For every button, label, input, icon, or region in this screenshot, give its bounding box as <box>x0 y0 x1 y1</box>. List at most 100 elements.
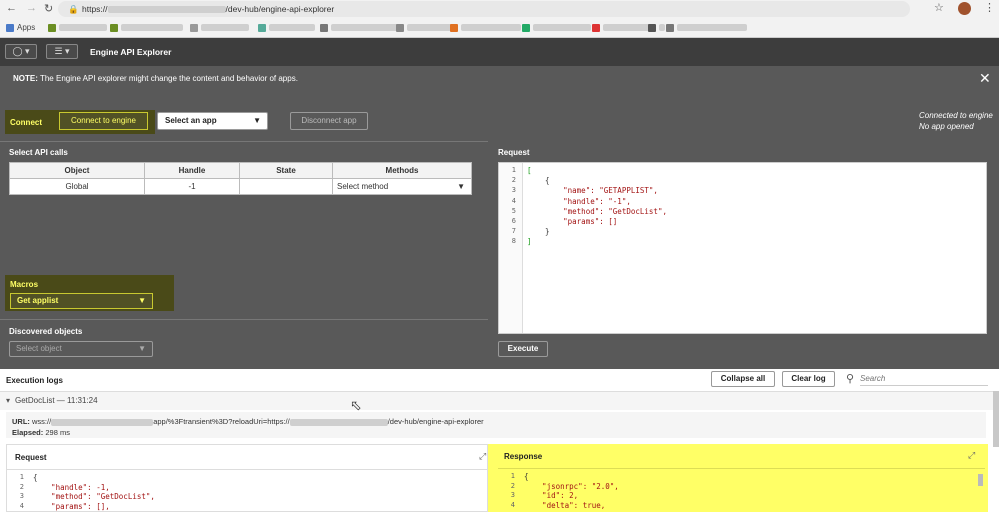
cell-state <box>239 178 333 195</box>
bookmark-10[interactable] <box>648 23 665 33</box>
column-header-methods: Methods <box>332 162 472 179</box>
caret-down-icon: ▼ <box>138 344 146 353</box>
chevron-down-icon: ▾ <box>6 396 11 405</box>
app-toolbar: ◯ ▾ ☰ ▾ Engine API Explorer <box>0 38 999 66</box>
bookmarks-bar: Apps <box>0 19 999 37</box>
log-response-code: 1 {2 "jsonrpc": "2.0", 3 "id": 2, 4 "delta"… <box>498 472 985 512</box>
execute-button[interactable]: Execute <box>498 341 548 357</box>
avatar[interactable] <box>958 2 971 15</box>
line-number: 3 <box>511 186 516 195</box>
list-menu-button[interactable]: ☰ ▾ <box>46 44 78 59</box>
compass-icon: ◯ <box>12 46 23 56</box>
bookmark-1[interactable] <box>48 23 107 33</box>
note-label: NOTE: <box>13 74 38 83</box>
reload-icon[interactable]: ↻ <box>44 2 53 15</box>
log-url-prefix: wss:// <box>32 417 52 426</box>
execution-logs: Execution logs Collapse all Clear log ⚲ … <box>0 369 999 512</box>
caret-down-icon: ▼ <box>457 182 465 191</box>
request-editor[interactable]: 1 [2 {3 "name": "GETAPPLIST", 4 "handle": … <box>498 162 987 334</box>
log-entry-header[interactable]: ▾ GetDocList — 11:31:24 <box>0 392 994 410</box>
bookmark-9[interactable] <box>592 23 651 33</box>
status-no-app: No app opened <box>919 122 974 131</box>
divider <box>7 469 487 470</box>
code-line: { <box>527 176 550 186</box>
line-number: 2 <box>510 481 515 490</box>
column-header-object: Object <box>9 162 145 179</box>
disconnect-app-button[interactable]: Disconnect app <box>290 112 368 130</box>
elapsed-value: 298 ms <box>45 428 70 437</box>
line-number: 6 <box>511 217 516 225</box>
log-response-panel: Response ⤢ 1 {2 "jsonrpc": "2.0", 3 "id": … <box>498 444 985 512</box>
log-request-code: 1 {2 "handle": -1, 3 "method": "GetDocList… <box>7 473 487 513</box>
navigation-button[interactable]: ◯ ▾ <box>5 44 37 59</box>
code-line: "name": "GETAPPLIST", <box>527 186 658 196</box>
main-panel: Connect Connect to engine Select an app … <box>0 91 999 369</box>
chevron-down-icon: ▾ <box>65 46 70 56</box>
bookmark-4[interactable] <box>258 23 315 33</box>
bookmark-2[interactable] <box>110 23 183 33</box>
request-label: Request <box>498 148 530 157</box>
scrollbar-thumb[interactable] <box>978 474 983 486</box>
expand-icon[interactable]: ⤢ <box>968 450 975 461</box>
divider <box>0 319 488 320</box>
apps-grid-icon <box>6 24 14 32</box>
api-calls-table: Object Handle State Methods Global -1 Se… <box>9 162 472 195</box>
select-object-dropdown[interactable]: Select object ▼ <box>9 341 153 357</box>
clear-log-button[interactable]: Clear log <box>782 371 835 387</box>
line-number: 2 <box>19 482 24 491</box>
connect-label: Connect <box>10 118 42 127</box>
bookmark-8[interactable] <box>522 23 591 33</box>
code-line: "params": [], <box>33 501 110 511</box>
bookmark-6[interactable] <box>396 23 453 33</box>
bookmark-5[interactable] <box>320 23 399 33</box>
menu-icon[interactable]: ⋮ <box>984 1 995 14</box>
select-app-dropdown[interactable]: Select an app ▼ <box>157 112 268 130</box>
star-icon[interactable]: ☆ <box>934 1 944 14</box>
select-method-label: Select method <box>337 182 389 191</box>
line-number: 3 <box>510 491 515 499</box>
caret-down-icon: ▼ <box>253 116 261 125</box>
column-header-state: State <box>239 162 333 179</box>
table-row[interactable]: Global -1 Select method ▼ <box>9 178 472 195</box>
lock-icon: 🔒 <box>68 4 79 14</box>
url-suffix: /dev-hub/engine-api-explorer <box>225 4 335 14</box>
url-prefix: https:// <box>82 4 108 14</box>
caret-down-icon: ▼ <box>138 296 146 305</box>
line-number: 1 <box>511 166 516 174</box>
log-request-title: Request <box>15 453 47 462</box>
expand-icon[interactable]: ⤢ <box>479 451 486 462</box>
line-number: 4 <box>511 196 516 205</box>
code-line: ] <box>527 237 532 247</box>
select-method-dropdown[interactable]: Select method ▼ <box>332 178 472 195</box>
line-number: 4 <box>510 500 515 509</box>
bookmark-apps-label: Apps <box>17 23 36 32</box>
macros-dropdown[interactable]: Get applist ▼ <box>10 293 153 309</box>
forward-icon[interactable]: → <box>26 2 37 14</box>
discovered-objects-label: Discovered objects <box>9 327 83 336</box>
select-api-calls-label: Select API calls <box>9 148 68 157</box>
code-line: { <box>33 473 38 482</box>
line-number: 8 <box>511 237 516 246</box>
code-line: } <box>527 227 550 237</box>
url-host-blurred <box>289 418 388 426</box>
bookmark-7[interactable] <box>450 23 521 33</box>
code-line: "delta": true, <box>524 500 606 510</box>
log-entry-details: URL: wss:// app/%3Ftransient%3D?reloadUri… <box>6 412 986 438</box>
log-response-title: Response <box>504 452 543 461</box>
page-title: Engine API Explorer <box>90 47 172 57</box>
chevron-down-icon: ▾ <box>25 46 30 56</box>
address-bar[interactable]: 🔒 https:// /dev-hub/engine-api-explorer <box>58 1 910 17</box>
connect-to-engine-button[interactable]: Connect to engine <box>59 112 148 130</box>
collapse-all-button[interactable]: Collapse all <box>711 371 775 387</box>
url-host-blurred <box>107 6 226 14</box>
search-input[interactable] <box>860 372 988 386</box>
bookmark-11[interactable] <box>666 23 747 33</box>
line-number: 5 <box>511 206 516 215</box>
execution-logs-label: Execution logs <box>6 376 63 385</box>
close-icon[interactable]: ✕ <box>979 66 991 91</box>
bookmark-3[interactable] <box>190 23 249 33</box>
bookmark-apps[interactable]: Apps <box>6 23 35 33</box>
macros-selected: Get applist <box>17 296 59 305</box>
back-icon[interactable]: ← <box>6 2 17 14</box>
page-scrollbar[interactable] <box>993 391 999 447</box>
